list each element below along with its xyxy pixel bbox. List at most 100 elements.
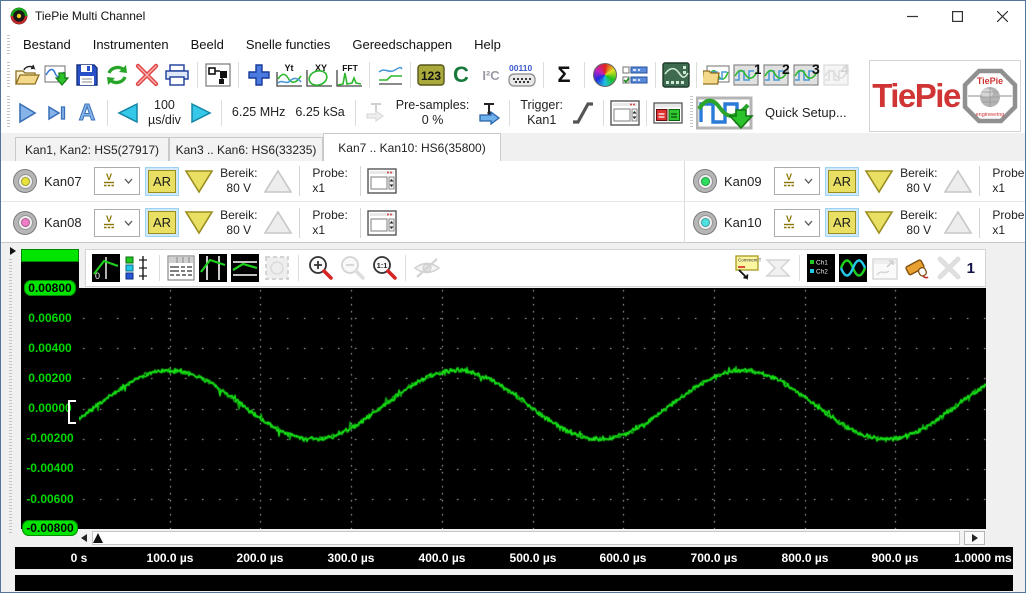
coupling-select[interactable]: V: [94, 167, 140, 195]
zoom-in-button[interactable]: [305, 253, 335, 283]
sum-channel-button[interactable]: Σ: [550, 61, 578, 89]
graph-settings-button[interactable]: [662, 61, 690, 89]
bnc-connector-icon[interactable]: [693, 211, 717, 235]
oscilloscope-plot[interactable]: [79, 288, 986, 529]
coupling-select[interactable]: V: [94, 209, 140, 237]
autorange-button[interactable]: AR: [145, 167, 179, 196]
setup-2-button[interactable]: 2: [763, 61, 791, 89]
menu-help[interactable]: Help: [463, 33, 512, 56]
settings-list-button[interactable]: [621, 61, 649, 89]
scrollbar-left-arrow-icon[interactable]: [81, 534, 87, 542]
capacitance-meter-button[interactable]: C: [447, 61, 475, 89]
add-instrument-button[interactable]: [245, 61, 273, 89]
fft-graph-button[interactable]: FFT: [335, 61, 363, 89]
start-button[interactable]: [13, 99, 41, 127]
save-data-button[interactable]: [43, 61, 71, 89]
quick-setup-button[interactable]: [696, 99, 758, 127]
range-decrease-button[interactable]: [864, 210, 894, 235]
channel-enable-button[interactable]: [653, 99, 683, 127]
x-axis[interactable]: 0 s 100.0 µs 200.0 µs 300.0 µs 400.0 µs …: [15, 547, 1013, 569]
menu-beeld[interactable]: Beeld: [180, 33, 235, 56]
save-button[interactable]: [73, 61, 101, 89]
scrollbar-right-button[interactable]: [964, 531, 985, 545]
trigger-position-marker[interactable]: [93, 533, 103, 543]
delete-button[interactable]: [133, 61, 161, 89]
presamples-increase-button[interactable]: [475, 99, 503, 127]
trigger-settings-button[interactable]: [610, 99, 640, 127]
open-folder-button[interactable]: [13, 61, 41, 89]
load-setup-button[interactable]: [703, 61, 731, 89]
coupling-select[interactable]: V: [774, 209, 820, 237]
zoom-reset-button[interactable]: 1:1: [369, 253, 399, 283]
colors-button[interactable]: [591, 61, 619, 89]
print-button[interactable]: [163, 61, 191, 89]
setup-1-button[interactable]: 1: [733, 61, 761, 89]
range-decrease-button[interactable]: [864, 169, 894, 194]
channel-settings-button[interactable]: [367, 168, 397, 194]
toolbar-grip[interactable]: [690, 96, 693, 129]
ground-reference-marker[interactable]: [68, 400, 76, 424]
measurements-table-button[interactable]: [166, 253, 196, 283]
timebase-slower-button[interactable]: [114, 99, 142, 127]
offset-zero-button[interactable]: 0: [91, 253, 121, 283]
autorange-button[interactable]: AR: [145, 208, 179, 237]
active-channel-bar[interactable]: [21, 249, 79, 262]
toolbar-grip[interactable]: [7, 96, 10, 129]
separator: [405, 255, 406, 281]
menubar-grip[interactable]: [7, 35, 10, 54]
close-button[interactable]: [980, 1, 1025, 31]
clear-graph-button[interactable]: [902, 253, 932, 283]
autosetup-button[interactable]: A: [73, 99, 101, 127]
i2c-analyzer-button[interactable]: I²C: [477, 61, 505, 89]
xy-graph-button[interactable]: XY: [305, 61, 333, 89]
counter-display-button[interactable]: 123: [417, 61, 445, 89]
meter-button[interactable]: [376, 61, 404, 89]
timebase-faster-button[interactable]: [187, 99, 215, 127]
vertical-cursors-button[interactable]: [198, 253, 228, 283]
minimize-button[interactable]: [890, 1, 935, 31]
trace-style-button[interactable]: [838, 253, 868, 283]
menu-bestand[interactable]: Bestand: [12, 33, 82, 56]
graph-side-grip[interactable]: [9, 259, 12, 535]
quick-setup-label[interactable]: Quick Setup...: [765, 105, 847, 120]
toolbar-grip[interactable]: [7, 62, 10, 88]
refresh-button[interactable]: [103, 61, 131, 89]
menu-instrumenten[interactable]: Instrumenten: [82, 33, 180, 56]
bnc-connector-icon[interactable]: [13, 211, 37, 235]
scrollbar-track[interactable]: [92, 531, 960, 545]
graph-number: 1: [967, 260, 975, 277]
protocol-analyzer-button[interactable]: 00110: [507, 61, 537, 89]
tab-hs6-1[interactable]: Kan3 .. Kan6: HS6(33235): [169, 137, 323, 161]
menu-snelle-functies[interactable]: Snelle functies: [235, 33, 342, 56]
menu-gereedschappen[interactable]: Gereedschappen: [341, 33, 463, 56]
tab-hs6-2[interactable]: Kan7 .. Kan10: HS6(35800): [323, 133, 501, 161]
yt-graph-button[interactable]: Yt: [275, 61, 303, 89]
timebase-value[interactable]: 100µs/div: [148, 98, 181, 128]
channel-markers-button[interactable]: [123, 253, 153, 283]
horizontal-scrollbar[interactable]: [79, 529, 986, 547]
trigger-edge-button[interactable]: [569, 99, 597, 127]
autorange-button[interactable]: AR: [825, 208, 859, 237]
range-decrease-button[interactable]: [184, 169, 214, 194]
setup-3-button[interactable]: 3: [793, 61, 821, 89]
y-axis-scale[interactable]: 0.00800 0.00600 0.00400 0.00200 0.00000 …: [21, 262, 79, 529]
record-length[interactable]: 6.25 kSa: [295, 105, 344, 121]
panel-collapse-arrow[interactable]: [10, 247, 16, 255]
oneshot-button[interactable]: [43, 99, 71, 127]
tab-hs5[interactable]: Kan1, Kan2: HS5(27917): [15, 137, 169, 161]
bnc-connector-icon[interactable]: [13, 169, 37, 193]
autorange-button[interactable]: AR: [825, 167, 859, 196]
coupling-select[interactable]: V: [774, 167, 820, 195]
add-comment-button[interactable]: Comment Text: [731, 253, 761, 283]
trigger-source[interactable]: Trigger:Kan1: [520, 98, 563, 128]
channel-settings-button[interactable]: [367, 210, 397, 236]
legend-button[interactable]: Ch1Ch2: [806, 253, 836, 283]
separator: [655, 62, 656, 88]
bnc-connector-icon[interactable]: [693, 169, 717, 193]
horizontal-cursors-button[interactable]: [230, 253, 260, 283]
object-tree-button[interactable]: [204, 61, 232, 89]
maximize-button[interactable]: [935, 1, 980, 31]
sample-frequency[interactable]: 6.25 MHz: [232, 105, 286, 121]
range-decrease-button[interactable]: [184, 210, 214, 235]
left-arrow-icon: [116, 102, 140, 124]
